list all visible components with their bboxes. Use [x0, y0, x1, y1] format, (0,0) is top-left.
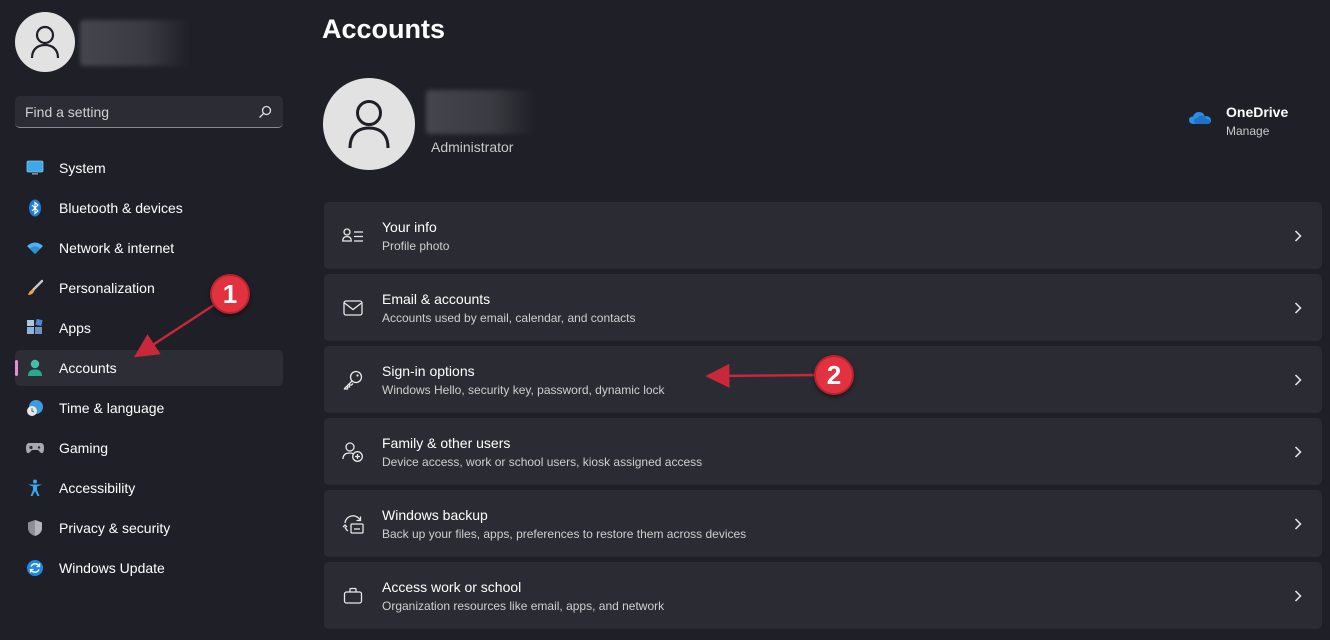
brush-icon [25, 278, 45, 298]
sidebar-item-accounts[interactable]: Accounts [15, 350, 283, 386]
card-title: Family & other users [382, 434, 511, 451]
card-email-accounts[interactable]: Email & accounts Accounts used by email,… [324, 274, 1322, 341]
card-your-info[interactable]: Your info Profile photo [324, 202, 1322, 269]
search-icon[interactable] [257, 104, 273, 120]
sidebar-item-windows-update[interactable]: Windows Update [15, 550, 283, 586]
onedrive-manage-link[interactable]: Manage [1226, 124, 1288, 138]
annotation-badge-2: 2 [814, 355, 854, 395]
sidebar-item-label: Privacy & security [59, 520, 171, 536]
chevron-right-icon [1290, 372, 1306, 388]
person-icon [30, 25, 60, 59]
accessibility-icon [25, 478, 45, 498]
user-avatar[interactable] [15, 12, 75, 72]
user-name-redacted [80, 20, 190, 66]
sidebar-item-label: Accessibility [59, 480, 136, 496]
sidebar-item-accessibility[interactable]: Accessibility [15, 470, 283, 506]
nav-list: System Bluetooth & devices Network & int… [15, 150, 283, 590]
sidebar-item-label: Windows Update [59, 560, 165, 576]
briefcase-icon [341, 584, 365, 608]
sidebar-item-label: Bluetooth & devices [59, 200, 183, 216]
chevron-right-icon [1290, 300, 1306, 316]
refresh-icon [25, 558, 45, 578]
sidebar-item-label: System [59, 160, 106, 176]
card-subtitle: Device access, work or school users, kio… [382, 454, 703, 469]
search-input[interactable] [25, 103, 257, 120]
sidebar-item-label: Accounts [59, 360, 117, 376]
backup-icon [341, 512, 365, 536]
profile-avatar[interactable] [323, 78, 415, 170]
mail-icon [341, 296, 365, 320]
key-icon [341, 368, 365, 392]
card-subtitle: Profile photo [382, 238, 450, 253]
card-family-other-users[interactable]: Family & other users Device access, work… [324, 418, 1322, 485]
chevron-right-icon [1290, 444, 1306, 460]
sidebar-item-system[interactable]: System [15, 150, 283, 186]
monitor-icon [25, 158, 45, 178]
apps-icon [25, 318, 45, 338]
card-subtitle: Accounts used by email, calendar, and co… [382, 310, 636, 325]
sidebar-item-privacy[interactable]: Privacy & security [15, 510, 283, 546]
chevron-right-icon [1290, 588, 1306, 604]
card-title: Email & accounts [382, 290, 491, 307]
card-windows-backup[interactable]: Windows backup Back up your files, apps,… [324, 490, 1322, 557]
wifi-icon [25, 238, 45, 258]
sidebar-item-label: Gaming [59, 440, 109, 456]
card-title: Windows backup [382, 506, 488, 523]
person-icon [25, 358, 45, 378]
sidebar: System Bluetooth & devices Network & int… [0, 0, 300, 640]
sidebar-item-label: Personalization [59, 280, 155, 296]
clock-globe-icon [25, 398, 45, 418]
shield-icon [25, 518, 45, 538]
settings-cards: Your info Profile photo Email & accounts… [324, 202, 1322, 634]
card-subtitle: Back up your files, apps, preferences to… [382, 526, 747, 541]
sidebar-item-gaming[interactable]: Gaming [15, 430, 283, 466]
onedrive-title: OneDrive [1226, 104, 1289, 120]
card-subtitle: Organization resources like email, apps,… [382, 598, 665, 613]
sidebar-item-bluetooth[interactable]: Bluetooth & devices [15, 190, 283, 226]
profile-role: Administrator [431, 139, 514, 155]
gamepad-icon [25, 438, 45, 458]
card-access-work-school[interactable]: Access work or school Organization resou… [324, 562, 1322, 629]
bluetooth-icon [25, 198, 45, 218]
onedrive-link[interactable]: OneDrive Manage [1188, 104, 1288, 138]
sidebar-item-label: Time & language [59, 400, 165, 416]
sidebar-item-label: Network & internet [59, 240, 175, 256]
cloud-icon [1188, 111, 1214, 131]
page-title: Accounts [322, 14, 446, 44]
sidebar-item-network[interactable]: Network & internet [15, 230, 283, 266]
add-person-icon [341, 440, 365, 464]
chevron-right-icon [1290, 228, 1306, 244]
search-box[interactable] [15, 96, 283, 128]
active-indicator [15, 360, 18, 376]
card-title: Access work or school [382, 578, 522, 595]
person-card-icon [341, 224, 365, 248]
sidebar-item-time-language[interactable]: Time & language [15, 390, 283, 426]
annotation-badge-1: 1 [210, 274, 250, 314]
card-title: Your info [382, 218, 437, 235]
chevron-right-icon [1290, 516, 1306, 532]
sidebar-item-label: Apps [59, 320, 91, 336]
profile-name-redacted [426, 90, 536, 134]
sidebar-item-apps[interactable]: Apps [15, 310, 283, 346]
person-icon [348, 100, 390, 149]
